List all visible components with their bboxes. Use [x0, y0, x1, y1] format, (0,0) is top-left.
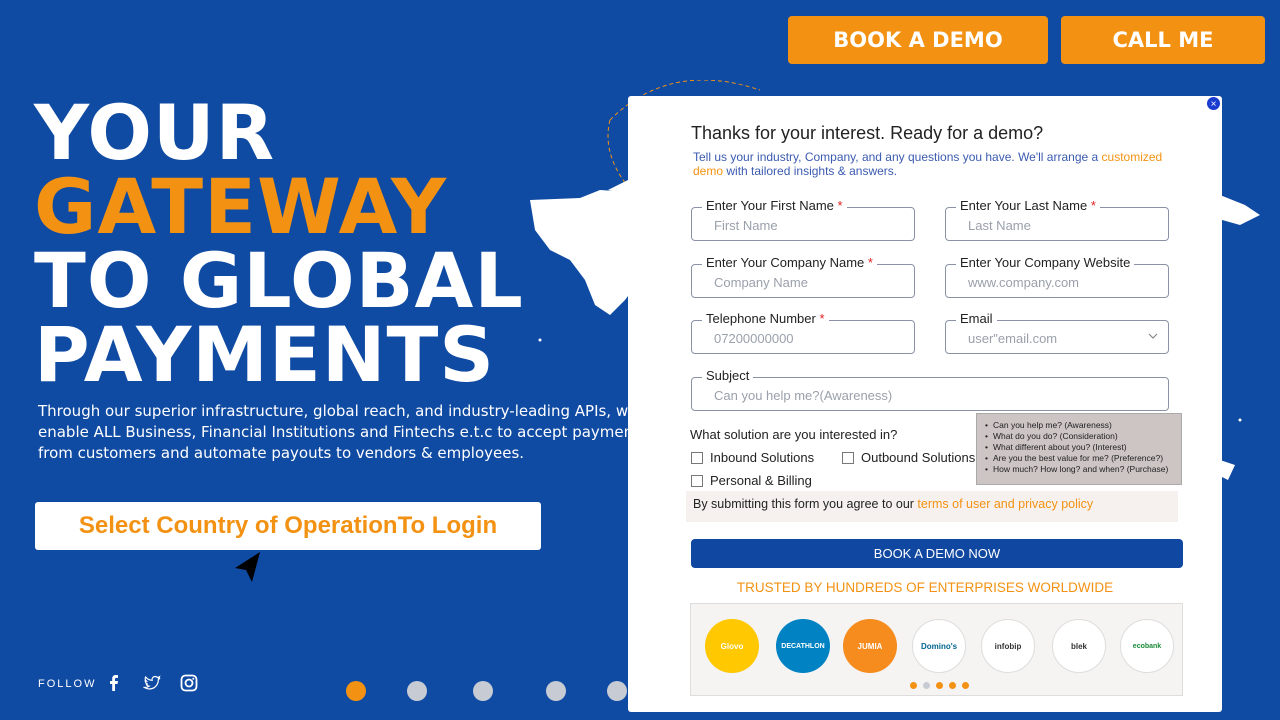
dominos-logo: Domino's	[912, 619, 966, 673]
inbound-solutions-checkbox[interactable]: Inbound Solutions	[691, 450, 814, 465]
subtitle-text-end: with tailored insights & answers.	[723, 164, 898, 178]
email-label: Email	[956, 311, 997, 326]
infobip-logo: infobip	[981, 619, 1035, 673]
blek-logo: blek	[1052, 619, 1106, 673]
select-country-button[interactable]: Select Country of OperationTo Login	[35, 502, 541, 550]
checkbox-label: Personal & Billing	[710, 473, 812, 488]
last-name-label: Enter Your Last Name *	[956, 198, 1100, 213]
checkbox-label: Inbound Solutions	[710, 450, 815, 465]
demo-request-modal: × Thanks for your interest. Ready for a …	[628, 96, 1222, 712]
outbound-solutions-checkbox[interactable]: Outbound Solutions	[842, 450, 975, 465]
personal-billing-checkbox[interactable]: Personal & Billing	[691, 473, 812, 488]
email-placeholder: user"email.com	[968, 331, 1058, 346]
chevron-down-icon	[1148, 333, 1158, 339]
logo-carousel-dot[interactable]	[910, 682, 917, 689]
last-name-label-text: Enter Your Last Name	[960, 198, 1088, 213]
ecobank-logo: ecobank	[1120, 619, 1174, 673]
required-mark: *	[837, 198, 843, 213]
book-demo-now-button[interactable]: BOOK A DEMO NOW	[691, 539, 1183, 568]
company-name-field[interactable]: Enter Your Company Name * Company Name	[691, 255, 915, 298]
hero-line-2: GATEWAY	[34, 162, 448, 251]
required-mark: *	[1090, 198, 1096, 213]
tooltip-item[interactable]: Are you the best value for me? (Preferen…	[985, 453, 1173, 464]
company-name-label-text: Enter Your Company Name	[706, 255, 865, 270]
last-name-placeholder: Last Name	[968, 218, 1031, 233]
carousel-dot-1[interactable]	[346, 681, 366, 701]
required-mark: *	[867, 255, 873, 270]
hero-line-3: TO GLOBAL	[34, 236, 524, 325]
subject-label: Subject	[702, 368, 754, 383]
company-name-label: Enter Your Company Name *	[702, 255, 877, 270]
subject-options-tooltip: Can you help me? (Awareness) What do you…	[976, 413, 1182, 485]
telephone-label: Telephone Number *	[702, 311, 829, 326]
first-name-label: Enter Your First Name *	[702, 198, 847, 213]
decathlon-logo: DECATHLON	[776, 619, 830, 673]
solution-question: What solution are you interested in?	[690, 427, 898, 442]
modal-title: Thanks for your interest. Ready for a de…	[691, 123, 1044, 143]
call-me-button[interactable]: CALL ME	[1061, 16, 1265, 64]
subject-field[interactable]: Subject Can you help me?(Awareness)	[691, 368, 1169, 411]
telephone-field[interactable]: Telephone Number * 07200000000	[691, 311, 915, 354]
first-name-placeholder: First Name	[714, 218, 778, 233]
checkbox-box[interactable]	[842, 451, 854, 464]
subject-placeholder: Can you help me?(Awareness)	[714, 388, 893, 403]
required-mark: *	[819, 311, 825, 326]
client-logos-carousel: Glovo DECATHLON JUMIA Domino's infobip b…	[690, 603, 1183, 696]
modal-subtitle: Tell us your industry, Company, and any …	[693, 150, 1193, 178]
carousel-dot-2[interactable]	[407, 681, 427, 701]
mouse-cursor-icon	[235, 552, 260, 582]
terms-link[interactable]: terms of user and privacy policy	[917, 497, 1093, 511]
hero-line-1: YOUR	[34, 88, 276, 177]
subtitle-text: Tell us your industry, Company, and any …	[693, 150, 1102, 164]
first-name-label-text: Enter Your First Name	[706, 198, 834, 213]
follow-label: FOLLOW	[38, 678, 97, 690]
instagram-icon[interactable]	[180, 674, 198, 692]
company-website-placeholder: www.company.com	[968, 275, 1080, 290]
carousel-dot-4[interactable]	[546, 681, 566, 701]
carousel-dot-3[interactable]	[473, 681, 493, 701]
first-name-field[interactable]: Enter Your First Name * First Name	[691, 198, 915, 241]
glovo-logo: Glovo	[705, 619, 759, 673]
jumia-logo: JUMIA	[843, 619, 897, 673]
telephone-label-text: Telephone Number	[706, 311, 816, 326]
book-demo-button[interactable]: BOOK A DEMO	[788, 16, 1048, 64]
terms-notice: By submitting this form you agree to our…	[686, 491, 1178, 522]
email-field[interactable]: Email user"email.com	[945, 311, 1169, 354]
facebook-icon[interactable]	[105, 674, 123, 692]
trusted-heading: TRUSTED BY HUNDREDS OF ENTERPRISES WORLD…	[736, 580, 1114, 595]
hero-headline: YOUR GATEWAY TO GLOBAL PAYMENTS	[34, 88, 524, 399]
company-name-placeholder: Company Name	[714, 275, 808, 290]
logo-carousel-dot[interactable]	[936, 682, 943, 689]
tooltip-item[interactable]: How much? How long? and when? (Purchase)	[985, 464, 1173, 475]
hero-description: Through our superior infrastructure, glo…	[38, 402, 634, 462]
terms-text: By submitting this form you agree to our	[693, 497, 918, 511]
logo-carousel-dot[interactable]	[923, 682, 930, 689]
checkbox-label: Outbound Solutions	[861, 450, 976, 465]
checkbox-box[interactable]	[691, 474, 703, 487]
twitter-icon[interactable]	[143, 674, 161, 692]
last-name-field[interactable]: Enter Your Last Name * Last Name	[945, 198, 1169, 241]
company-website-field[interactable]: Enter Your Company Website www.company.c…	[945, 255, 1169, 298]
close-icon[interactable]: ×	[1206, 96, 1221, 111]
checkbox-box[interactable]	[691, 451, 703, 464]
company-website-label: Enter Your Company Website	[956, 255, 1135, 270]
tooltip-item[interactable]: What do you do? (Consideration)	[985, 431, 1173, 442]
telephone-placeholder: 07200000000	[714, 331, 794, 346]
tooltip-item[interactable]: Can you help me? (Awareness)	[985, 420, 1173, 431]
tooltip-item[interactable]: What different about you? (Interest)	[985, 442, 1173, 453]
logo-carousel-dot[interactable]	[949, 682, 956, 689]
carousel-dot-5[interactable]	[607, 681, 627, 701]
hero-line-4: PAYMENTS	[34, 310, 496, 399]
logo-carousel-dot[interactable]	[962, 682, 969, 689]
